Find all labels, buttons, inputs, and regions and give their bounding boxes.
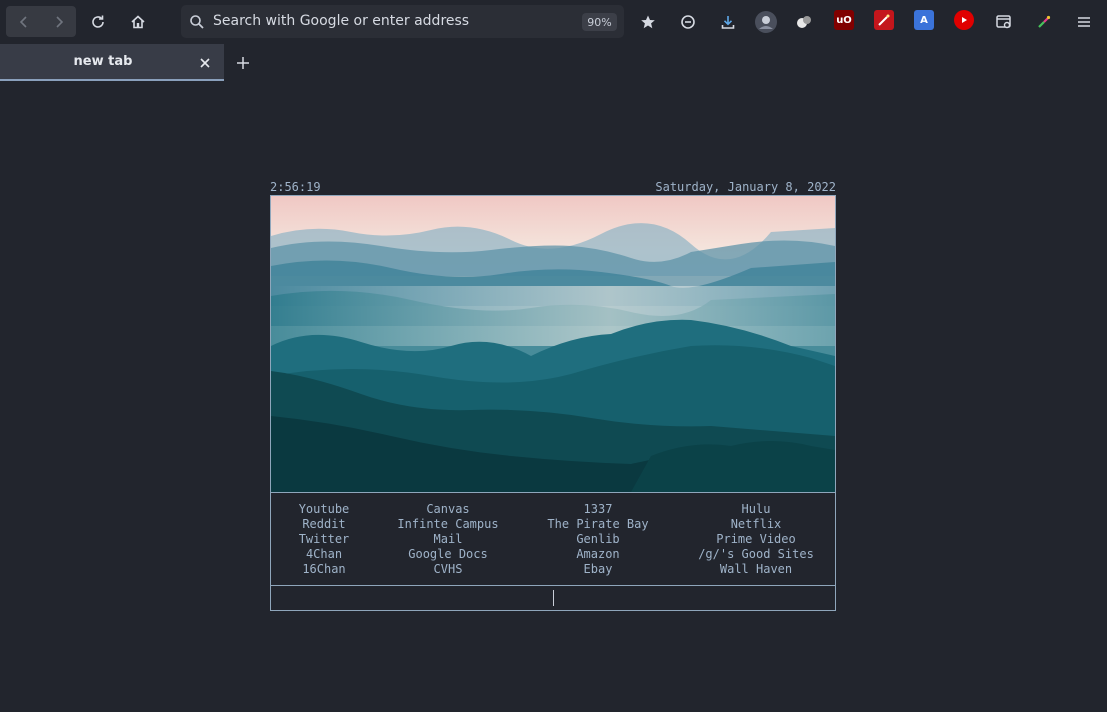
browser-toolbar: Search with Google or enter address 90% … xyxy=(0,0,1107,44)
link-4chan[interactable]: 4Chan xyxy=(277,547,371,562)
link-amazon[interactable]: Amazon xyxy=(533,547,663,562)
minus-circle-icon xyxy=(681,14,695,29)
link-netflix[interactable]: Netflix xyxy=(689,517,823,532)
new-tab-button[interactable] xyxy=(232,52,254,74)
link-prime-video[interactable]: Prime Video xyxy=(689,532,823,547)
ublock-origin-icon[interactable]: uO xyxy=(834,10,854,30)
search-icon xyxy=(190,15,204,29)
extension-button-3[interactable] xyxy=(1028,6,1060,37)
link-google-docs[interactable]: Google Docs xyxy=(391,547,505,562)
translate-icon[interactable]: A xyxy=(914,10,934,30)
startpage-panel: Youtube Reddit Twitter 4Chan 16Chan Canv… xyxy=(270,195,836,611)
link-canvas[interactable]: Canvas xyxy=(391,502,505,517)
billiard-ball-icon xyxy=(797,15,811,28)
chevron-right-icon xyxy=(55,15,63,28)
address-bar[interactable]: Search with Google or enter address 90% xyxy=(181,5,624,38)
link-youtube[interactable]: Youtube xyxy=(277,502,371,517)
link-pirate-bay[interactable]: The Pirate Bay xyxy=(533,517,663,532)
link-grid: Youtube Reddit Twitter 4Chan 16Chan Canv… xyxy=(271,492,835,586)
link-g-good-sites[interactable]: /g/'s Good Sites xyxy=(689,547,823,562)
avatar-icon xyxy=(755,10,777,33)
link-column-4: Hulu Netflix Prime Video /g/'s Good Site… xyxy=(689,502,823,577)
link-genlib[interactable]: Genlib xyxy=(533,532,663,547)
bookmark-button[interactable] xyxy=(632,6,664,37)
hamburger-menu-icon xyxy=(1078,16,1090,27)
command-input[interactable] xyxy=(271,587,835,610)
link-cvhs[interactable]: CVHS xyxy=(391,562,505,577)
account-button[interactable] xyxy=(750,6,782,37)
zoom-indicator[interactable]: 90% xyxy=(582,13,617,31)
chevron-left-icon xyxy=(19,15,27,28)
tab-new-tab[interactable]: new tab xyxy=(0,44,224,81)
tab-strip: new tab xyxy=(0,44,1107,81)
forward-button[interactable] xyxy=(41,6,76,37)
link-column-3: 1337 The Pirate Bay Genlib Amazon Ebay xyxy=(533,502,663,577)
extension-button-2[interactable] xyxy=(988,6,1020,37)
link-1337[interactable]: 1337 xyxy=(533,502,663,517)
downloads-button[interactable] xyxy=(712,6,744,37)
link-reddit[interactable]: Reddit xyxy=(277,517,371,532)
address-placeholder: Search with Google or enter address xyxy=(213,13,470,29)
link-infinite-campus[interactable]: Infinte Campus xyxy=(391,517,505,532)
pocket-button[interactable] xyxy=(672,6,704,37)
tab-close-button[interactable] xyxy=(196,54,214,72)
date: Saturday, January 8, 2022 xyxy=(655,180,836,194)
star-icon xyxy=(641,15,655,28)
nav-buttons xyxy=(6,6,76,37)
reload-icon xyxy=(92,15,104,28)
reader-view-icon xyxy=(996,14,1011,28)
reload-button[interactable] xyxy=(82,6,114,37)
text-caret xyxy=(553,590,554,606)
extension-button-1[interactable] xyxy=(788,6,820,37)
tab-title: new tab xyxy=(73,54,133,69)
link-column-1: Youtube Reddit Twitter 4Chan 16Chan xyxy=(277,502,371,577)
download-icon xyxy=(721,15,735,29)
menu-button[interactable] xyxy=(1068,6,1100,37)
home-button[interactable] xyxy=(122,6,154,37)
link-hulu[interactable]: Hulu xyxy=(689,502,823,517)
link-twitter[interactable]: Twitter xyxy=(277,532,371,547)
link-mail[interactable]: Mail xyxy=(391,532,505,547)
magic-wand-icon[interactable] xyxy=(874,10,894,30)
link-column-2: Canvas Infinte Campus Mail Google Docs C… xyxy=(391,502,505,577)
home-icon xyxy=(131,14,145,28)
youtube-icon[interactable] xyxy=(954,10,974,30)
back-button[interactable] xyxy=(6,6,41,37)
plus-icon xyxy=(237,57,249,69)
clock: 2:56:19 xyxy=(270,180,321,194)
link-ebay[interactable]: Ebay xyxy=(533,562,663,577)
color-picker-icon xyxy=(1038,15,1051,28)
link-16chan[interactable]: 16Chan xyxy=(277,562,371,577)
mountain-landscape-image xyxy=(271,196,835,492)
close-icon xyxy=(200,58,210,68)
link-wall-haven[interactable]: Wall Haven xyxy=(689,562,823,577)
